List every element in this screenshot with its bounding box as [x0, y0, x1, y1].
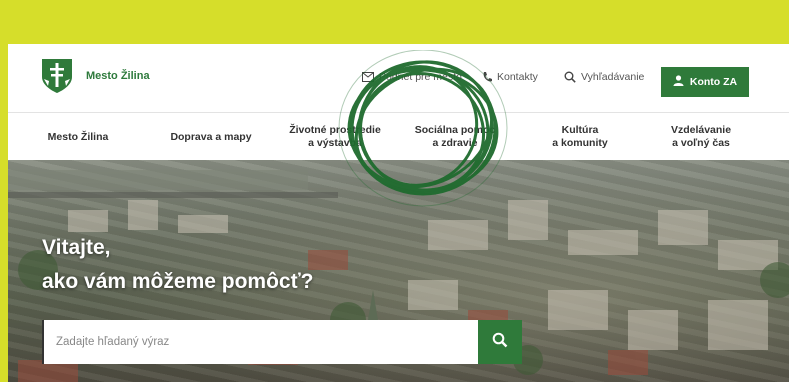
search-input[interactable] — [42, 320, 478, 364]
search-submit-button[interactable] — [478, 320, 522, 364]
logo-text: Mesto Žilina — [86, 70, 150, 82]
site-logo[interactable]: Mesto Žilina — [40, 57, 150, 95]
scribble-circle-annotation — [338, 50, 508, 207]
browser-frame: Mesto Žilina Podnet pre mesto Kontakty V… — [8, 44, 789, 382]
search-label: Vyhľadávanie — [581, 71, 645, 83]
konto-za-button[interactable]: Konto ZA — [661, 67, 749, 97]
user-icon — [673, 75, 684, 89]
coat-of-arms-icon — [42, 59, 72, 93]
nav-item-kultura[interactable]: Kultúra a komunity — [530, 113, 630, 161]
hero-title-line1: Vitajte, — [42, 236, 111, 259]
nav-item-vzdelavanie[interactable]: Vzdelávanie a voľný čas — [646, 113, 756, 161]
nav-item-doprava[interactable]: Doprava a mapy — [156, 113, 266, 161]
hero-search-box — [42, 320, 522, 364]
search-link[interactable]: Vyhľadávanie — [564, 71, 644, 83]
konto-label: Konto ZA — [689, 76, 738, 88]
search-icon — [492, 332, 508, 353]
hero-title-line2: ako vám môžeme pomôcť? — [42, 270, 314, 293]
search-icon — [564, 71, 576, 83]
nav-item-mesto-zilina[interactable]: Mesto Žilina — [28, 113, 128, 161]
